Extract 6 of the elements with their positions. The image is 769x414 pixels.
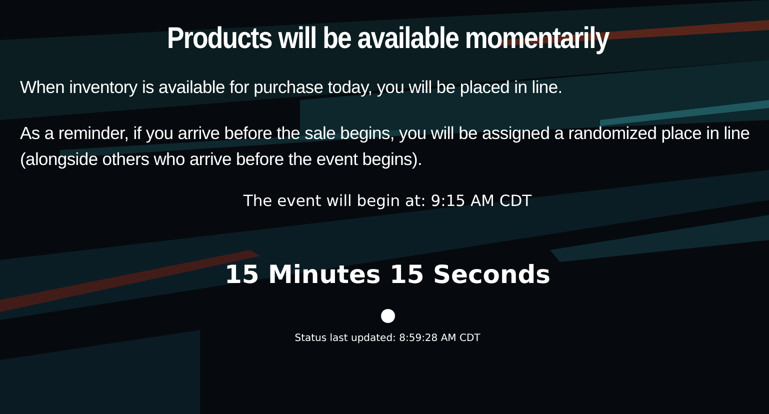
status-updated-text: Status last updated: 8:59:28 AM CDT (294, 333, 480, 344)
event-start-text: The event will begin at: 9:15 AM CDT (243, 192, 532, 210)
page-title: Products will be available momentarily (166, 22, 608, 56)
countdown-timer: 15 Minutes 15 Seconds (224, 260, 551, 289)
info-paragraph: As a reminder, if you arrive before the sale begins, you will be assigned a randomized place in line (alongside others who arrive before the event begins). (20, 122, 751, 171)
info-paragraph: When inventory is available for purchase today, you will be placed in line. (20, 76, 564, 99)
